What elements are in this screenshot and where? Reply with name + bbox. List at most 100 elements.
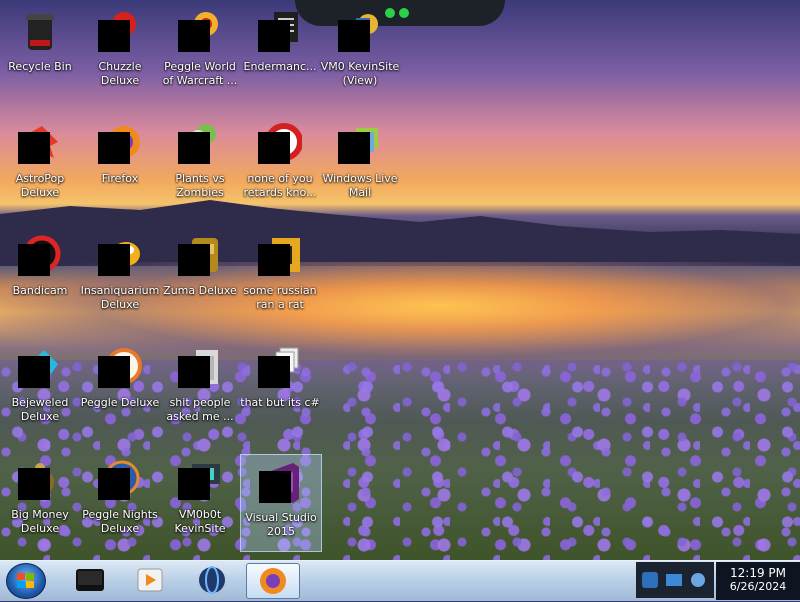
desktop-icon-label: Endermanc... — [243, 60, 317, 73]
redaction-block — [178, 468, 210, 500]
redaction-block — [178, 20, 210, 52]
redaction-block — [338, 20, 370, 52]
desktop-icon-label: Zuma Deluxe — [163, 284, 237, 297]
desktop-icon-label: Bejeweled Deluxe — [11, 396, 69, 423]
desktop-icon-visual-studio-2015[interactable]: Visual Studio 2015 — [240, 454, 322, 552]
desktop[interactable]: Recycle Bin Chuzzle Deluxe Peggle World … — [0, 0, 800, 560]
desktop-icon-zuma[interactable]: Zuma Deluxe — [160, 228, 240, 324]
system-tray — [636, 562, 714, 598]
peggle-nights-icon — [98, 458, 142, 502]
desktop-icon-big-money[interactable]: Big Money Deluxe — [0, 452, 80, 548]
display-icon[interactable] — [666, 574, 682, 586]
peggle-icon — [98, 346, 142, 390]
taskbar-clock[interactable]: 12:19 PM 6/26/2024 — [716, 562, 800, 600]
desktop-icon-that-but-its-csharp[interactable]: that but its c# — [240, 340, 320, 436]
desktop-icon-recycle-bin[interactable]: Recycle Bin — [0, 4, 80, 100]
desktop-icon-label: Recycle Bin — [8, 60, 72, 73]
taskbar-button-globe[interactable] — [186, 563, 238, 597]
redaction-block — [338, 132, 370, 164]
led-icon — [399, 8, 409, 18]
desktop-icon-label: VM0 KevinSite (View) — [320, 60, 400, 87]
recycle-bin-icon — [18, 10, 62, 54]
desktop-icon-label: that but its c# — [240, 396, 320, 409]
desktop-icon-label: AstroPop Deluxe — [15, 172, 65, 199]
network-icon[interactable] — [642, 572, 658, 588]
redaction-block — [178, 356, 210, 388]
tablet-icon — [76, 569, 104, 591]
peggle-wow-icon — [178, 10, 222, 54]
start-button[interactable] — [6, 563, 46, 599]
chuzzle-icon — [98, 10, 142, 54]
desktop-icon-astropop[interactable]: AstroPop Deluxe — [0, 116, 80, 212]
clock-time: 12:19 PM — [730, 566, 786, 580]
desktop-icon-bejeweled[interactable]: Bejeweled Deluxe — [0, 340, 80, 436]
redaction-block — [98, 244, 130, 276]
desktop-icon-label: Windows Live Mail — [322, 172, 398, 199]
desktop-icon-label: VM0b0t KevinSite — [174, 508, 226, 535]
desktop-icon-some-russian[interactable]: some russian ran a rat — [240, 228, 320, 324]
desktop-icon-label: none of you retards kno... — [243, 172, 317, 199]
redaction-block — [98, 468, 130, 500]
visual-studio-icon — [259, 461, 303, 505]
redaction-block — [258, 132, 290, 164]
desktop-icon-vm0b0t-kevinsite[interactable]: VM0b0t KevinSite — [160, 452, 240, 548]
windows-logo-icon — [17, 573, 35, 589]
firefox-icon — [98, 122, 142, 166]
desktop-icon-label: some russian ran a rat — [243, 284, 317, 311]
bandicam-icon — [18, 234, 62, 278]
globe-icon — [199, 566, 225, 594]
bejeweled-icon — [18, 346, 62, 390]
redaction-block — [98, 20, 130, 52]
desktop-icon-none-of-you[interactable]: none of you retards kno... — [240, 116, 320, 212]
bandicam-icon — [258, 122, 302, 166]
windows-live-mail-icon — [338, 122, 382, 166]
desktop-icon-label: Peggle Deluxe — [80, 396, 160, 409]
redaction-block — [259, 471, 291, 503]
desktop-icon-peggle-wow[interactable]: Peggle World of Warcraft ... — [160, 4, 240, 100]
document-stack-icon — [258, 346, 302, 390]
desktop-icon-windows-live-mail[interactable]: Windows Live Mail — [320, 116, 400, 212]
desktop-icon-peggle-deluxe[interactable]: Peggle Deluxe — [80, 340, 160, 436]
redaction-block — [98, 356, 130, 388]
document-icon — [258, 10, 302, 54]
redaction-block — [18, 356, 50, 388]
desktop-icon-label: Firefox — [101, 172, 139, 185]
redaction-block — [178, 132, 210, 164]
volume-icon[interactable] — [691, 573, 705, 587]
astropop-icon — [18, 122, 62, 166]
desktop-icon-peggle-nights[interactable]: Peggle Nights Deluxe — [80, 452, 160, 548]
redaction-block — [18, 468, 50, 500]
taskbar-button-media-player[interactable] — [124, 563, 176, 597]
desktop-icon-label: Insaniquarium Deluxe — [80, 284, 160, 311]
desktop-icon-label: shit people asked me ... — [166, 396, 234, 423]
redaction-block — [258, 356, 290, 388]
folder-shortcut-icon — [338, 10, 382, 54]
redaction-block — [258, 20, 290, 52]
desktop-icon-label: Chuzzle Deluxe — [98, 60, 142, 87]
desktop-icon-shit-people-asked[interactable]: shit people asked me ... — [160, 340, 240, 436]
media-player-icon — [137, 568, 163, 592]
plants-vs-zombies-icon — [178, 122, 222, 166]
desktop-icon-firefox[interactable]: Firefox — [80, 116, 160, 212]
clock-date: 6/26/2024 — [729, 580, 787, 593]
desktop-icon-insaniquarium[interactable]: Insaniquarium Deluxe — [80, 228, 160, 324]
folder-shortcut-icon — [178, 458, 222, 502]
redaction-block — [98, 132, 130, 164]
taskbar-button-firefox[interactable] — [246, 563, 300, 599]
desktop-icon-label: Visual Studio 2015 — [245, 511, 317, 538]
desktop-icon-vm0-kevinsite-view[interactable]: VM0 KevinSite (View) — [320, 4, 400, 100]
redaction-block — [258, 244, 290, 276]
zuma-icon — [178, 234, 222, 278]
insaniquarium-icon — [98, 234, 142, 278]
desktop-icon-bandicam[interactable]: Bandicam — [0, 228, 80, 324]
desktop-icon-endermanc[interactable]: Endermanc... — [240, 4, 320, 100]
desktop-icon-label: Bandicam — [12, 284, 68, 297]
desktop-icon-label: Peggle Nights Deluxe — [82, 508, 158, 535]
taskbar-button-tablet[interactable] — [64, 563, 116, 597]
desktop-icon-label: Plants vs Zombies — [175, 172, 225, 199]
desktop-icon-chuzzle[interactable]: Chuzzle Deluxe — [80, 4, 160, 100]
folder-icon — [178, 346, 222, 390]
redaction-block — [18, 244, 50, 276]
desktop-icon-plants-vs-zombies[interactable]: Plants vs Zombies — [160, 116, 240, 212]
desktop-icon-label: Peggle World of Warcraft ... — [162, 60, 238, 87]
